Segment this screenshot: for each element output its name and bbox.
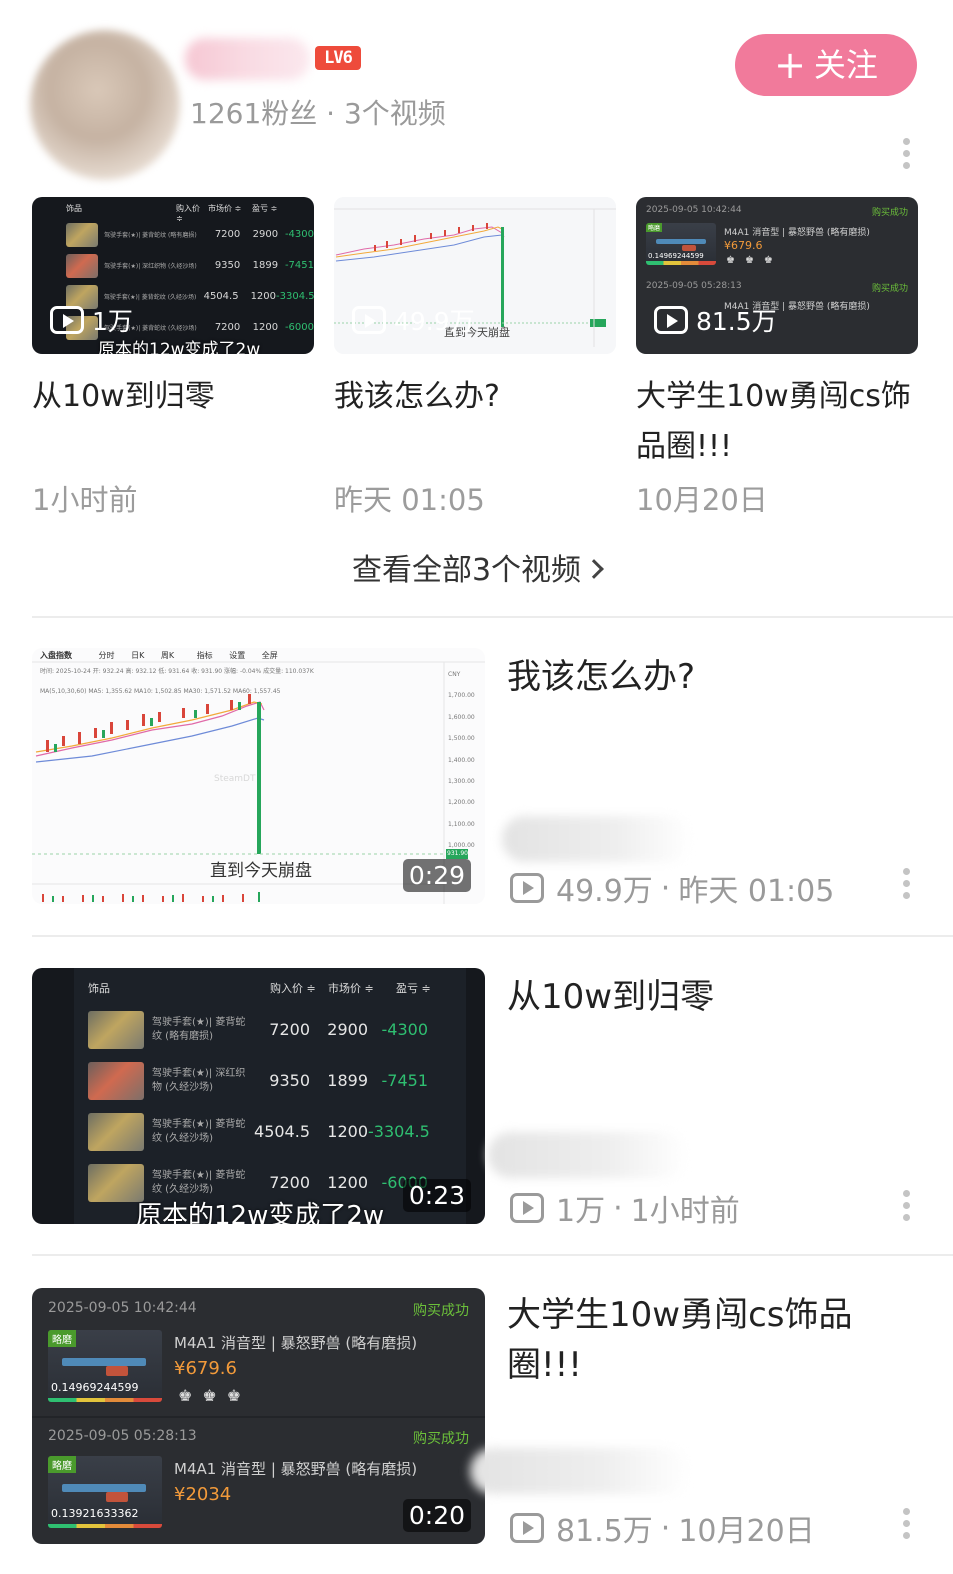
order-card: 2025-09-05 10:42:44 购买成功 略磨 0.1496924459… <box>48 1300 469 1405</box>
video-duration: 0:29 <box>402 859 471 892</box>
order-card: 2025-09-05 10:42:44 购买成功 略磨 0.1496924459… <box>646 205 908 266</box>
divider <box>32 616 953 618</box>
play-icon <box>352 306 386 334</box>
video-subtitle: 原本的12w变成了2w <box>136 1201 385 1224</box>
video-time: 1小时前 <box>32 483 138 517</box>
follow-label: 关注 <box>813 46 878 84</box>
video-title[interactable]: 大学生10w勇闯cs饰品圈!!! <box>507 1290 907 1390</box>
chevron-right-icon <box>584 559 604 579</box>
video-thumbnail[interactable]: 直到今天崩盘 49.9万 <box>334 197 616 354</box>
video-title[interactable]: 我该怎么办? <box>334 372 616 422</box>
author-name[interactable] <box>470 1448 690 1494</box>
video-thumbnail[interactable]: 入盘指数 分时 日K 周K 指标 设置 全屏 时间: 2025-10-24 开:… <box>32 648 485 904</box>
video-time: 10月20日 <box>636 483 768 517</box>
divider <box>32 935 953 937</box>
view-count: 81.5万 <box>654 302 777 338</box>
more-icon[interactable] <box>900 1506 912 1542</box>
author-name[interactable] <box>488 1132 688 1178</box>
last-price: 931.90 <box>447 850 468 857</box>
level-badge: LV6 <box>315 46 361 70</box>
video-duration: 0:23 <box>402 1179 471 1212</box>
video-thumbnail[interactable]: 2025-09-05 10:42:44 购买成功 略磨 0.1496924459… <box>32 1288 485 1544</box>
view-count: 1万 <box>50 302 133 338</box>
video-title[interactable]: 从10w到归零 <box>32 372 314 422</box>
video-duration: 0:20 <box>402 1499 471 1532</box>
video-stats: 1万 · 1小时前 <box>510 1186 740 1230</box>
video-title[interactable]: 我该怎么办? <box>507 652 907 702</box>
more-icon[interactable] <box>900 866 912 902</box>
video-time: 昨天 01:05 <box>334 483 485 517</box>
divider <box>32 1254 953 1256</box>
avatar[interactable] <box>30 30 180 180</box>
carousel-card[interactable]: 直到今天崩盘 49.9万 我该怎么办? <box>334 197 616 422</box>
play-icon <box>510 873 544 903</box>
username[interactable] <box>185 38 310 80</box>
table-row: 驾驶手套(★)| 菱背蛇纹 (久经沙场) 4504.5 1200 -3304.5 <box>88 1106 430 1157</box>
view-count: 49.9万 <box>352 302 475 338</box>
chart-y-axis: CNY 1,700.00 1,600.00 1,500.00 1,400.00 1,30… <box>448 671 475 850</box>
video-title[interactable]: 大学生10w勇闯cs饰品圈!!! <box>636 372 918 472</box>
play-icon <box>510 1513 544 1543</box>
author-name[interactable] <box>502 816 692 862</box>
more-icon[interactable] <box>900 1188 912 1224</box>
table-row: 驾驶手套(★)| 深红织物 (久经沙场) 9350 1899 -7451 <box>88 1055 428 1106</box>
video-stats: 81.5万 · 10月20日 <box>510 1506 815 1550</box>
video-thumbnail[interactable]: 饰品 购入价 ≑ 市场价 ≑ 盈亏 ≑ 驾驶手套(★)| 菱背蛇纹 (略有磨损)… <box>32 197 314 354</box>
plus-icon: + <box>774 43 806 87</box>
sticker-icons: ♚♚♚ <box>178 1386 252 1405</box>
play-icon <box>510 1193 544 1223</box>
video-title[interactable]: 从10w到归零 <box>507 972 907 1022</box>
follow-button[interactable]: + 关注 <box>735 34 917 96</box>
video-thumbnail[interactable]: 饰品 购入价 ≑ 市场价 ≑ 盈亏 ≑ 驾驶手套(★)| 菱背蛇纹 (略有磨损)… <box>32 968 485 1224</box>
watermark: SteamDT <box>214 774 256 784</box>
table-header: 饰品 购入价 ≑ 市场价 ≑ 盈亏 ≑ <box>88 982 431 995</box>
more-icon[interactable] <box>900 136 912 172</box>
video-stats: 49.9万 · 昨天 01:05 <box>510 866 834 910</box>
play-icon <box>50 306 84 334</box>
view-all-link[interactable]: 查看全部3个视频 <box>0 545 953 589</box>
video-thumbnail[interactable]: 2025-09-05 10:42:44 购买成功 略磨 0.1496924459… <box>636 197 918 354</box>
fans-count: 1261粉丝 · 3个视频 <box>190 97 446 130</box>
carousel-card[interactable]: 饰品 购入价 ≑ 市场价 ≑ 盈亏 ≑ 驾驶手套(★)| 菱背蛇纹 (略有磨损)… <box>32 197 314 422</box>
carousel-card[interactable]: 2025-09-05 10:42:44 购买成功 略磨 0.1496924459… <box>636 197 918 472</box>
play-icon <box>654 306 688 334</box>
video-subtitle: 直到今天崩盘 <box>210 861 312 881</box>
table-row: 驾驶手套(★)| 菱背蛇纹 (略有磨损) 7200 2900 -4300 <box>88 1004 428 1055</box>
loss-table: 驾驶手套(★)| 菱背蛇纹 (略有磨损) 7200 2900 -4300 驾驶手套(★… <box>88 1004 430 1208</box>
